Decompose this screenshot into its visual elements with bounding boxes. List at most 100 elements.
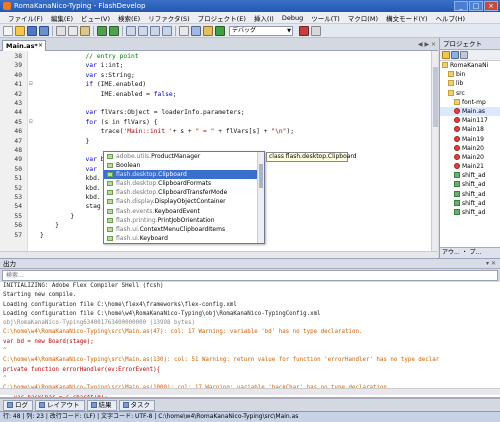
fold-toggle-icon[interactable]: ⊟ [29, 118, 36, 125]
cut-icon[interactable] [56, 25, 66, 36]
output-log[interactable]: INITIALIZING: Adobe Flex Compiler SHell … [0, 282, 500, 398]
autocomplete-item[interactable]: flash.printing.PrintJobOrientation [104, 216, 264, 225]
project-tree-item[interactable]: font-mp [440, 98, 500, 107]
code-token: var [85, 62, 97, 70]
autocomplete-item[interactable]: flash.desktop.ClipboardTransferMode [104, 188, 264, 197]
toolbar-separator [93, 25, 94, 36]
run-icon[interactable] [215, 25, 225, 36]
project-tree-item[interactable]: src [440, 89, 500, 98]
project-tree-item[interactable]: shift_ad [440, 208, 500, 217]
code-token: + flVars[s] + [214, 128, 272, 136]
project-tree-item[interactable]: Main.as [440, 106, 500, 117]
project-tree-item[interactable]: Main20 [440, 144, 500, 153]
close-tab-icon[interactable]: × [38, 41, 43, 51]
debug-icon[interactable] [299, 25, 309, 36]
bottom-tab[interactable]: レイアウト [35, 399, 85, 411]
refresh-icon[interactable] [451, 51, 459, 59]
find-icon[interactable] [126, 25, 136, 36]
tree-item-label: lib [456, 80, 464, 88]
pin-icon[interactable]: ▾ ✕ [486, 259, 496, 269]
menu-item[interactable]: 挿入(I) [250, 13, 278, 23]
menu-item[interactable]: ファイル(F) [4, 13, 47, 23]
project-tree-item[interactable]: bin [440, 70, 500, 79]
menu-item[interactable]: 検索(E) [114, 13, 144, 23]
project-tree-item[interactable]: Main20 [440, 153, 500, 162]
project-tree-item[interactable]: shift_ad [440, 190, 500, 199]
autocomplete-item[interactable]: Boolean [104, 161, 264, 170]
editor-horizontal-scrollbar[interactable] [0, 251, 438, 258]
output-search-input[interactable]: 検索... [2, 270, 498, 281]
project-tree-item[interactable]: shift_ad [440, 199, 500, 208]
menu-item[interactable]: ビュー(V) [77, 13, 114, 23]
autocomplete-scrollbar[interactable] [257, 152, 264, 243]
autocomplete-item[interactable]: flash.events.KeyboardEvent [104, 207, 264, 216]
menu-item[interactable]: 編集(E) [47, 13, 77, 23]
editor-vertical-scrollbar[interactable] [431, 51, 438, 251]
bottom-tab[interactable]: ログ [3, 399, 33, 411]
print-icon[interactable] [179, 25, 189, 36]
menu-item[interactable]: 構文モード(Y) [382, 13, 432, 23]
autocomplete-item[interactable]: flash.ui.Keyboard [104, 234, 264, 243]
output-line: Loading configuration file C:\home\flex4… [3, 301, 237, 308]
menu-item[interactable]: プロジェクト(E) [194, 13, 250, 23]
scrollbar-thumb[interactable] [433, 67, 438, 127]
menu-item[interactable]: ツール(T) [307, 13, 344, 23]
tree-item-label: shift_ad [462, 209, 486, 216]
autocomplete-item[interactable]: flash.display.DisplayObjectContainer [104, 197, 264, 206]
bottom-tab[interactable]: タスク [118, 399, 155, 411]
outdent-icon[interactable] [162, 25, 172, 36]
project-tree-item[interactable]: RomaKanaNi [440, 61, 500, 70]
copy-icon[interactable] [68, 25, 78, 36]
menu-item[interactable]: マクロ(M) [344, 13, 382, 23]
folder-icon [448, 89, 454, 96]
open-folder-icon[interactable] [15, 25, 25, 36]
scrollbar-thumb[interactable] [259, 164, 263, 188]
project-panel-title: プロジェクト [440, 38, 500, 50]
paste-icon[interactable] [80, 25, 90, 36]
autocomplete-item[interactable]: flash.ui.ContextMenuClipboardItems [104, 225, 264, 234]
project-tree-item[interactable]: Main21 [440, 162, 500, 171]
indent-icon[interactable] [150, 25, 160, 36]
project-tree-item[interactable]: Main117 [440, 116, 500, 125]
package-name: flash.ui. [116, 225, 140, 233]
new-file-icon[interactable] [3, 25, 13, 36]
autocomplete-item[interactable]: flash.desktop.ClipboardFormats [104, 179, 264, 188]
autocomplete-item[interactable]: adobe.utils.ProductManager [104, 152, 264, 161]
replace-icon[interactable] [138, 25, 148, 36]
properties-icon[interactable] [460, 51, 468, 59]
folder-icon[interactable] [442, 51, 450, 59]
class-name: ContextMenuClipboardItems [139, 225, 226, 233]
menu-item[interactable]: ヘルプ(H) [432, 13, 469, 23]
save-icon[interactable] [27, 25, 37, 36]
code-line: if (IME.enabled) [40, 80, 147, 89]
tree-item-label: shift_ad [462, 181, 486, 189]
output-horizontal-scrollbar[interactable] [0, 388, 500, 395]
project-tree-item[interactable]: lib [440, 79, 500, 88]
build-icon[interactable] [203, 25, 213, 36]
redo-icon[interactable] [109, 25, 119, 36]
project-tree-item[interactable]: shift_ad [440, 180, 500, 189]
autocomplete-item[interactable]: flash.desktop.Clipboard [104, 170, 264, 180]
menu-item[interactable]: リファクタ(S) [144, 13, 193, 23]
close-button[interactable]: × [484, 1, 498, 11]
side-panel-tabs[interactable]: アウ... ・ プ... [440, 247, 500, 258]
save-all-icon[interactable] [39, 25, 49, 36]
menu-item[interactable]: Debug [278, 14, 307, 22]
maximize-button[interactable]: □ [469, 1, 483, 11]
fold-toggle-icon[interactable]: ⊟ [29, 80, 36, 87]
class-icon [107, 226, 113, 232]
output-line: Loading configuration file C:\home\w4\Ro… [3, 310, 321, 317]
minimize-button[interactable]: _ [454, 1, 468, 11]
undo-icon[interactable] [97, 25, 107, 36]
project-icon[interactable] [191, 25, 201, 36]
bottom-tab[interactable]: 結果 [86, 399, 117, 411]
project-tree-item[interactable]: Main18 [440, 125, 500, 134]
project-tree-item[interactable]: shift_ad [440, 171, 500, 180]
autocomplete-popup[interactable]: adobe.utils.ProductManager Boolean flash.d… [103, 151, 265, 244]
build-config-dropdown[interactable]: デバッグ ▼ [229, 25, 293, 36]
tab-main-as[interactable]: Main.as* × [2, 40, 46, 51]
tab-navigation-arrows[interactable]: ◀ ▶ × [418, 41, 436, 48]
settings-icon[interactable] [311, 25, 321, 36]
project-tree-item[interactable]: Main19 [440, 135, 500, 144]
